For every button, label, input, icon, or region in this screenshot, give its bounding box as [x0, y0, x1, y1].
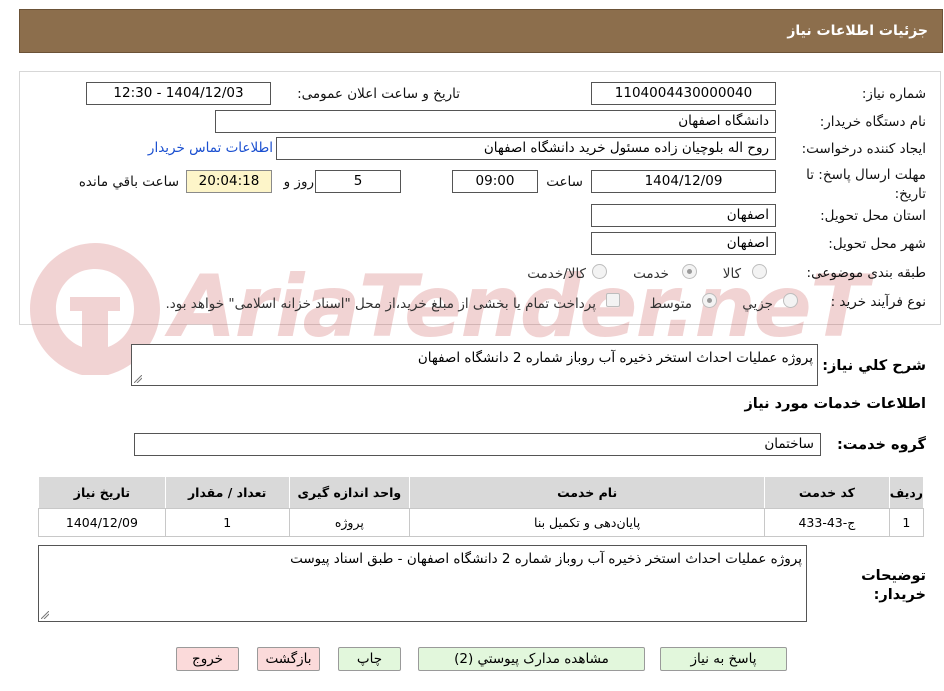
days-field[interactable]: 5 [315, 170, 401, 193]
buyer-notes-label: توضیحات خریدار: [861, 568, 926, 603]
need-number-field[interactable]: 1104004430000040 [591, 82, 776, 105]
summary-label: شرح کلي نیاز: [822, 358, 926, 374]
city-field[interactable]: اصفهان [591, 232, 776, 255]
days-label: روز و [283, 174, 314, 190]
category-label: طبقه بندی موضوعی: [806, 265, 926, 281]
process-medium-radio[interactable] [702, 293, 717, 308]
process-minor-radio[interactable] [783, 293, 798, 308]
announce-datetime-field[interactable]: 1404/12/03 - 12:30 [86, 82, 271, 105]
remaining-time-label: ساعت باقي مانده [78, 174, 179, 190]
deadline-time-label: ساعت [546, 174, 583, 190]
summary-textarea[interactable]: پروژه عملیات احداث استخر ذخیره آب روباز … [131, 344, 818, 386]
cell-row-number: 1 [888, 508, 925, 537]
service-group-label: گروه خدمت: [836, 437, 926, 453]
remaining-time-field: 20:04:18 [186, 170, 272, 193]
services-section-title: اطلاعات خدمات مورد نیاز [744, 396, 926, 412]
buyer-org-label: نام دستگاه خریدار: [819, 114, 926, 130]
buyer-notes-textarea[interactable]: پروژه عملیات احداث استخر ذخیره آب روباز … [38, 545, 807, 622]
col-row-number: ردیف [888, 476, 925, 509]
cell-need-date: 1404/12/09 [38, 508, 166, 537]
category-service-label: خدمت [633, 266, 669, 282]
col-service-name: نام خدمت [409, 476, 766, 509]
requester-label: ایجاد کننده درخواست: [801, 141, 926, 157]
exit-button[interactable]: خروج [176, 647, 239, 671]
requester-field[interactable]: روح اله بلوچیان زاده مسئول خرید دانشگاه … [276, 137, 776, 160]
col-unit: واحد اندازه گیری [288, 476, 411, 509]
treasury-checkbox[interactable] [606, 293, 620, 307]
cell-service-code: ج-43-433 [764, 508, 890, 537]
category-service-radio[interactable] [682, 264, 697, 279]
cell-quantity: 1 [164, 508, 290, 537]
category-goods-service-label: کالا/خدمت [527, 266, 586, 282]
need-number-label: شماره نیاز: [861, 86, 926, 102]
resize-grip-icon [41, 611, 49, 619]
process-minor-label: جزيي [742, 296, 773, 312]
buyer-contact-link[interactable]: اطلاعات تماس خریدار [148, 140, 273, 156]
process-type-label: نوع فرآیند خرید : [830, 294, 926, 310]
city-label: شهر محل تحویل: [828, 236, 926, 252]
page-header: جزئیات اطلاعات نیاز [19, 9, 943, 53]
table-header-row: ردیف کد خدمت نام خدمت واحد اندازه گیری ت… [38, 476, 925, 509]
page-title: جزئیات اطلاعات نیاز [787, 23, 928, 39]
category-goods-radio[interactable] [752, 264, 767, 279]
deadline-label: مهلت ارسال پاسخ: تا تاریخ: [806, 167, 926, 202]
view-attachments-button[interactable]: مشاهده مدارک پیوستي (2) [418, 647, 645, 671]
treasury-note: پرداخت تمام یا بخشی از مبلغ خرید،از محل … [165, 296, 596, 312]
province-field[interactable]: اصفهان [591, 204, 776, 227]
category-goods-service-radio[interactable] [592, 264, 607, 279]
print-button[interactable]: چاپ [338, 647, 401, 671]
cell-unit: پروژه [288, 508, 411, 537]
table-row[interactable]: 1 ج-43-433 پایان‌دهی و تکمیل بنا پروژه 1… [38, 508, 925, 537]
service-group-field[interactable]: ساختمان [134, 433, 821, 456]
deadline-date-field[interactable]: 1404/12/09 [591, 170, 776, 193]
summary-text: پروژه عملیات احداث استخر ذخیره آب روباز … [417, 350, 813, 366]
services-table: ردیف کد خدمت نام خدمت واحد اندازه گیری ت… [38, 476, 925, 537]
cell-service-name: پایان‌دهی و تکمیل بنا [409, 508, 766, 537]
category-goods-label: کالا [722, 266, 741, 282]
back-button[interactable]: بازگشت [257, 647, 320, 671]
col-need-date: تاریخ نیاز [38, 476, 166, 509]
respond-button[interactable]: پاسخ به نیاز [660, 647, 787, 671]
process-medium-label: متوسط [649, 296, 692, 312]
deadline-time-field[interactable]: 09:00 [452, 170, 538, 193]
col-quantity: تعداد / مقدار [164, 476, 290, 509]
buyer-org-field[interactable]: دانشگاه اصفهان [215, 110, 776, 133]
col-service-code: کد خدمت [764, 476, 890, 509]
resize-grip-icon [134, 375, 142, 383]
announce-label: تاریخ و ساعت اعلان عمومی: [297, 86, 460, 102]
buyer-notes-text: پروژه عملیات احداث استخر ذخیره آب روباز … [290, 551, 802, 567]
province-label: استان محل تحویل: [820, 208, 926, 224]
